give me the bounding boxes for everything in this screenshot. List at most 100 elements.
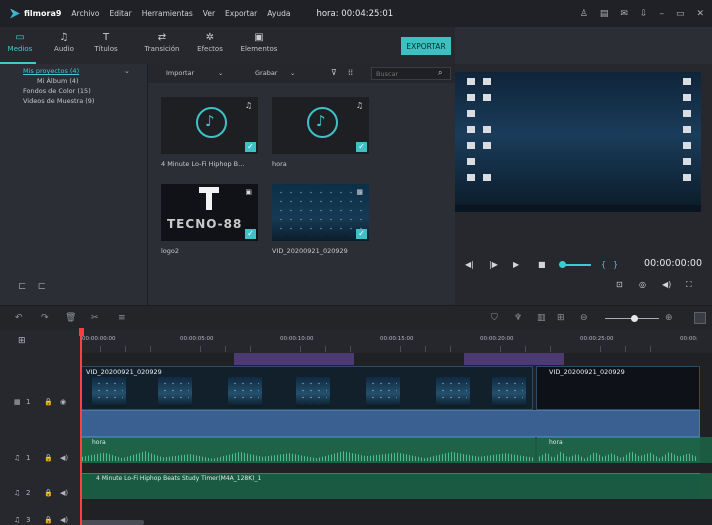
- folder-open-icon[interactable]: ⊏: [38, 281, 46, 292]
- mark-out-icon[interactable]: }: [613, 260, 618, 269]
- snapshot-icon[interactable]: ◎: [639, 280, 646, 289]
- download-icon[interactable]: ⇩: [640, 9, 648, 19]
- zoom-in-icon[interactable]: ⊕: [665, 313, 673, 323]
- zoom-out-icon[interactable]: ⊖: [580, 313, 588, 323]
- media-thumb-hora[interactable]: ♫ ✓: [272, 97, 369, 154]
- cut-icon[interactable]: ✂: [91, 313, 99, 323]
- fit-icon[interactable]: ⊞: [557, 313, 565, 323]
- shield-icon[interactable]: ⛉: [491, 313, 498, 323]
- fullscreen-icon[interactable]: ⛶: [686, 280, 692, 290]
- skip-back-icon[interactable]: ◀|: [465, 260, 474, 269]
- video-clip[interactable]: VID_20200921_020929: [536, 366, 700, 410]
- tree-item-mis-proyectos[interactable]: Mis proyectos (4): [23, 67, 79, 75]
- playhead[interactable]: [80, 330, 82, 525]
- desktop-icon: [483, 94, 491, 101]
- menu-exportar[interactable]: Exportar: [225, 9, 257, 18]
- menu-archivo[interactable]: Archivo: [71, 9, 99, 18]
- chevron-down-icon[interactable]: ⌄: [290, 69, 295, 77]
- account-icon[interactable]: ♙: [580, 9, 588, 19]
- check-icon: ✓: [356, 142, 367, 152]
- timeline-scrollbar[interactable]: [80, 520, 144, 525]
- mail-icon[interactable]: ✉: [620, 9, 628, 19]
- adjust-icon[interactable]: ≡: [118, 313, 126, 323]
- export-button[interactable]: EXPORTAR: [401, 37, 451, 55]
- volume-icon[interactable]: ◀): [662, 280, 671, 289]
- zoom-slider-knob[interactable]: [631, 315, 638, 322]
- tab-titulos[interactable]: T Títulos: [84, 31, 128, 53]
- audio-mixer-icon[interactable]: ▥: [537, 313, 546, 323]
- lock-icon[interactable]: 🔒: [44, 454, 53, 462]
- music-icon: ♫: [59, 32, 69, 43]
- redo-icon[interactable]: ↷: [41, 313, 49, 323]
- ruler-tick: [600, 346, 601, 352]
- tab-elementos[interactable]: ▣ Elementos: [237, 31, 281, 53]
- menu-ayuda[interactable]: Ayuda: [267, 9, 290, 18]
- audio-clip[interactable]: hora: [537, 437, 700, 463]
- save-icon[interactable]: ▤: [600, 9, 609, 19]
- tree-item-videos[interactable]: Videos de Muestra (9): [23, 97, 94, 105]
- media-thumb-lofi[interactable]: ♫ ✓: [161, 97, 258, 154]
- mark-in-icon[interactable]: {: [601, 260, 606, 269]
- music-icon: ♫: [14, 516, 21, 524]
- add-track-icon[interactable]: ⊞: [18, 336, 26, 346]
- video-clip[interactable]: VID_20200921_020929: [81, 366, 533, 410]
- overlay-track[interactable]: [80, 410, 700, 437]
- new-folder-icon[interactable]: ⊏: [18, 281, 26, 292]
- import-button[interactable]: Importar: [166, 69, 194, 77]
- speaker-icon[interactable]: ◀): [60, 454, 68, 462]
- tree-item-mi-album[interactable]: Mi Álbum (4): [37, 77, 79, 85]
- timeline-ruler[interactable]: 00:00:00:00 00:00:05:00 00:00:10:00 00:0…: [80, 330, 712, 353]
- tab-efectos[interactable]: ✲ Efectos: [188, 31, 232, 53]
- marker-range: [464, 353, 564, 365]
- lock-icon[interactable]: 🔒: [44, 398, 53, 406]
- menu-editar[interactable]: Editar: [109, 9, 131, 18]
- tick-label: 00:00:15:00: [380, 336, 414, 342]
- menu-herramientas[interactable]: Herramientas: [142, 9, 193, 18]
- delete-icon[interactable]: 🗑: [65, 313, 76, 323]
- search-icon[interactable]: ⌕: [438, 68, 442, 78]
- close-icon[interactable]: ✕: [696, 9, 704, 19]
- media-thumb-logo2[interactable]: TECNO-88 ▣ ✓: [161, 184, 258, 241]
- lock-icon[interactable]: 🔒: [44, 489, 53, 497]
- tree-item-fondos[interactable]: Fondos de Color (15): [23, 87, 91, 95]
- audio-clip[interactable]: 4 Minute Lo-Fi Hiphop Beats Study Timer(…: [80, 473, 700, 499]
- record-button[interactable]: Grabar: [255, 69, 277, 77]
- desktop-icon: [483, 78, 491, 85]
- maximize-icon[interactable]: ▭: [676, 9, 685, 19]
- minimize-icon[interactable]: –: [659, 9, 664, 19]
- desktop-icon: [483, 126, 491, 133]
- ruler-tick: [225, 346, 226, 352]
- tab-transicion[interactable]: ⇄ Transición: [140, 31, 184, 53]
- chevron-down-icon[interactable]: ⌄: [124, 67, 130, 75]
- playhead-handle[interactable]: [79, 328, 84, 336]
- check-icon: ✓: [245, 142, 256, 152]
- audio-clip[interactable]: hora: [80, 437, 535, 463]
- tab-audio[interactable]: ♫ Audio: [42, 31, 86, 53]
- lock-icon[interactable]: 🔒: [44, 516, 53, 524]
- tab-medios[interactable]: ▭ Medios: [0, 31, 42, 64]
- menu-ver[interactable]: Ver: [203, 9, 215, 18]
- audio-waveform: [539, 451, 698, 461]
- chevron-down-icon[interactable]: ⌄: [218, 69, 223, 77]
- step-frame-icon[interactable]: |▶: [489, 260, 498, 269]
- render-icon[interactable]: ⊡: [616, 280, 623, 289]
- stop-icon[interactable]: ■: [538, 260, 546, 269]
- tick-label: 00:00:05:00: [180, 336, 214, 342]
- grid-view-icon[interactable]: ⁞⁞: [348, 68, 353, 77]
- ruler-tick: [250, 346, 251, 352]
- eye-icon[interactable]: ◉: [60, 398, 66, 406]
- music-icon: ♫: [14, 489, 21, 497]
- play-icon[interactable]: ▶: [513, 260, 519, 269]
- filter-icon[interactable]: ⊽: [331, 68, 337, 77]
- microphone-icon[interactable]: ♆: [514, 313, 522, 323]
- speaker-icon[interactable]: ◀): [60, 516, 68, 524]
- undo-icon[interactable]: ↶: [15, 313, 23, 323]
- playback-slider[interactable]: [563, 264, 591, 266]
- speaker-icon[interactable]: ◀): [60, 489, 68, 497]
- timeline-view-icon[interactable]: [694, 312, 706, 324]
- music-disc-icon: [307, 107, 338, 138]
- desktop-icon: [467, 110, 475, 117]
- thumb-label-logo2: logo2: [161, 247, 180, 255]
- tab-label: Audio: [54, 45, 74, 53]
- media-thumb-video[interactable]: ▦ ✓: [272, 184, 369, 241]
